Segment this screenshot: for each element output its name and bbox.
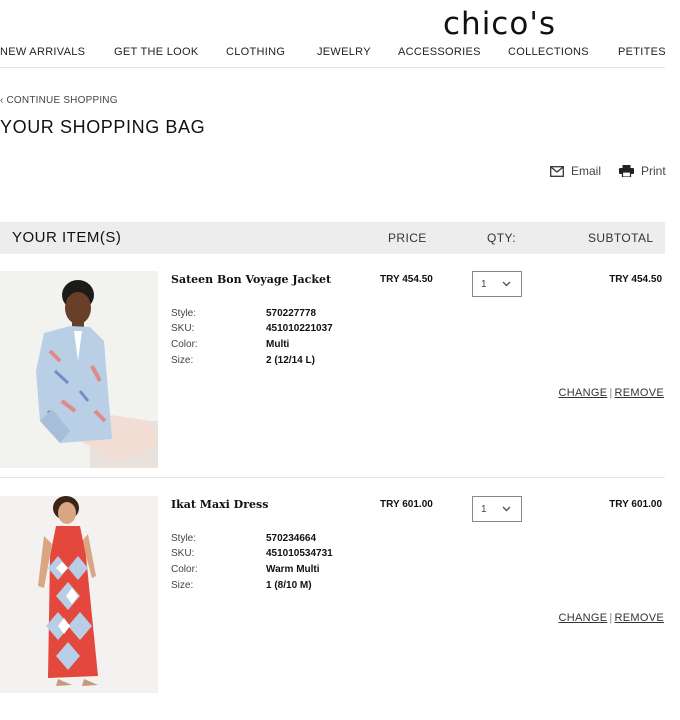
- brand-logo[interactable]: chico's: [443, 6, 556, 42]
- quantity-value: 1: [481, 279, 487, 290]
- item-actions: CHANGE | REMOVE: [558, 387, 664, 399]
- item-price: TRY 601.00: [380, 499, 433, 510]
- sku-value: 451010221037: [266, 323, 333, 334]
- style-value: 570234664: [266, 533, 317, 544]
- item-divider: [0, 477, 665, 478]
- color-label: Color:: [171, 339, 198, 350]
- continue-shopping-label: CONTINUE SHOPPING: [6, 95, 118, 106]
- item-subtotal: TRY 601.00: [609, 499, 662, 510]
- main-nav: NEW ARRIVALS GET THE LOOK CLOTHING JEWEL…: [0, 46, 666, 66]
- header-price: PRICE: [388, 231, 427, 245]
- style-label: Style:: [171, 308, 197, 319]
- continue-shopping-link[interactable]: ‹ CONTINUE SHOPPING: [0, 95, 118, 106]
- page-title: YOUR SHOPPING BAG: [0, 117, 206, 137]
- color-label: Color:: [171, 564, 198, 575]
- style-value: 570227778: [266, 308, 317, 319]
- sku-label: SKU:: [171, 323, 195, 334]
- sku-label: SKU:: [171, 548, 195, 559]
- bag-table-header: YOUR ITEM(S) PRICE QTY: SUBTOTAL: [0, 222, 665, 254]
- nav-get-the-look[interactable]: GET THE LOOK: [114, 46, 199, 58]
- chevron-down-icon: [502, 506, 511, 512]
- change-link[interactable]: CHANGE: [558, 612, 607, 624]
- product-name[interactable]: Sateen Bon Voyage Jacket: [171, 273, 331, 286]
- change-link[interactable]: CHANGE: [558, 387, 607, 399]
- dress-model-image: [0, 496, 158, 693]
- color-value: Multi: [266, 339, 290, 350]
- printer-icon: [619, 165, 634, 177]
- header-items: YOUR ITEM(S): [12, 229, 122, 246]
- bag-item: Ikat Maxi Dress Style: 570234664 SKU: 45…: [0, 496, 665, 696]
- quantity-value: 1: [481, 504, 487, 515]
- size-value: 2 (12/14 L): [266, 355, 315, 366]
- chevron-down-icon: [502, 281, 511, 287]
- product-name[interactable]: Ikat Maxi Dress: [171, 498, 268, 511]
- print-label: Print: [641, 164, 666, 178]
- sku-value: 451010534731: [266, 548, 333, 559]
- email-button[interactable]: Email: [550, 164, 601, 178]
- nav-petites[interactable]: PETITES: [618, 46, 666, 58]
- nav-new-arrivals[interactable]: NEW ARRIVALS: [0, 46, 85, 58]
- remove-link[interactable]: REMOVE: [615, 387, 664, 399]
- nav-accessories[interactable]: ACCESSORIES: [398, 46, 481, 58]
- nav-divider: [0, 67, 665, 68]
- style-label: Style:: [171, 533, 197, 544]
- size-label: Size:: [171, 580, 194, 591]
- jacket-model-image: [0, 271, 158, 468]
- quantity-select[interactable]: 1: [472, 496, 522, 522]
- size-label: Size:: [171, 355, 194, 366]
- color-value: Warm Multi: [266, 564, 320, 575]
- email-label: Email: [571, 164, 602, 178]
- nav-collections[interactable]: COLLECTIONS: [508, 46, 589, 58]
- product-image-jacket[interactable]: [0, 271, 158, 468]
- header-subtotal: SUBTOTAL: [588, 231, 654, 245]
- item-price: TRY 454.50: [380, 274, 433, 285]
- envelope-icon: [550, 165, 564, 177]
- item-subtotal: TRY 454.50: [609, 274, 662, 285]
- quantity-select[interactable]: 1: [472, 271, 522, 297]
- bag-item: Sateen Bon Voyage Jacket Style: 57022777…: [0, 271, 665, 471]
- nav-clothing[interactable]: CLOTHING: [226, 46, 285, 58]
- item-actions: CHANGE | REMOVE: [558, 612, 664, 624]
- print-button[interactable]: Print: [619, 164, 666, 178]
- nav-jewelry[interactable]: JEWELRY: [317, 46, 371, 58]
- size-value: 1 (8/10 M): [266, 580, 312, 591]
- product-image-dress[interactable]: [0, 496, 158, 693]
- header-qty: QTY:: [487, 231, 516, 245]
- remove-link[interactable]: REMOVE: [615, 612, 664, 624]
